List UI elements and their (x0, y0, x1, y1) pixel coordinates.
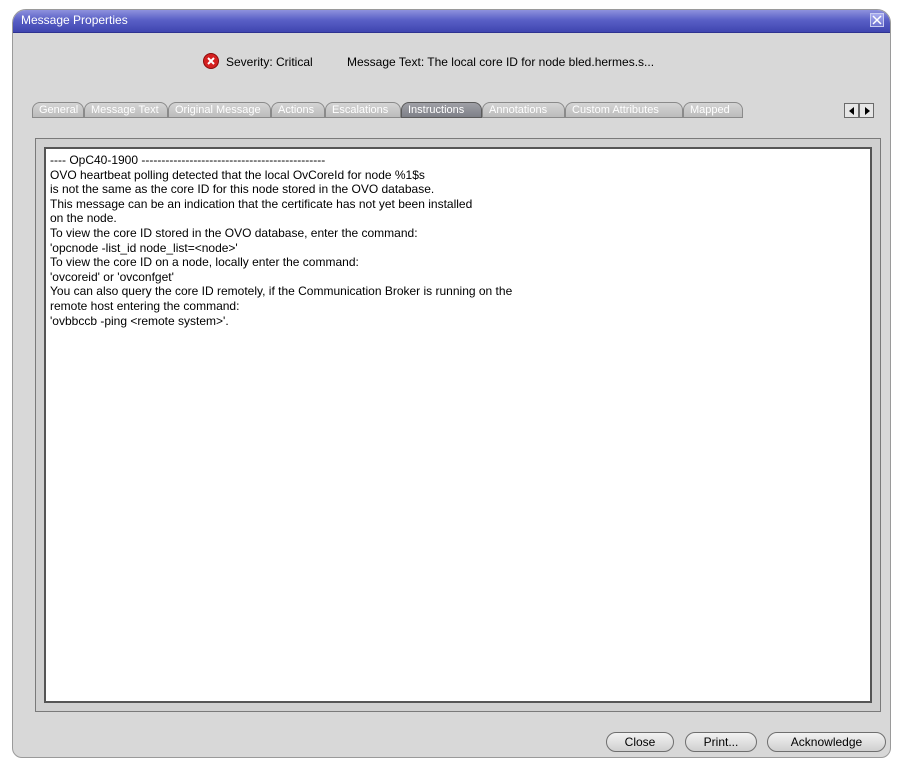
window-title: Message Properties (21, 13, 128, 27)
title-bar[interactable]: Message Properties (13, 10, 890, 33)
tab-message-text[interactable]: Message Text (84, 102, 168, 118)
message-properties-window: Message Properties Severity: Critical Me… (12, 9, 891, 758)
button-bar: Close Print... Acknowledge (13, 732, 890, 754)
instruction-line: You can also query the core ID remotely,… (50, 284, 513, 299)
tab-escalations[interactable]: Escalations (325, 102, 401, 118)
tab-scroll-left-icon[interactable] (844, 103, 859, 118)
instruction-line: ---- OpC40-1900 ------------------------… (50, 153, 326, 167)
tab-annotations[interactable]: Annotations (482, 102, 565, 118)
instruction-line: 'opcnode -list_id node_list=<node>' (50, 240, 238, 255)
tab-original-message[interactable]: Original Message (168, 102, 271, 118)
close-window-icon[interactable] (870, 13, 884, 27)
close-button[interactable]: Close (606, 732, 674, 752)
tab-bar: General Message Text Original Message Ac… (32, 102, 874, 120)
tab-scroll-right-icon[interactable] (859, 103, 874, 118)
instruction-line: on the node. (50, 211, 117, 226)
instruction-line: 'ovbbccb -ping <remote system>'. (50, 313, 229, 328)
critical-severity-icon (203, 53, 219, 69)
tab-actions[interactable]: Actions (271, 102, 325, 118)
tab-instructions[interactable]: Instructions (401, 102, 482, 118)
tab-custom-attributes[interactable]: Custom Attributes (565, 102, 683, 118)
acknowledge-button[interactable]: Acknowledge (767, 732, 886, 752)
instruction-line: 'ovcoreid' or 'ovconfget' (50, 269, 174, 284)
tab-general[interactable]: General (32, 102, 84, 118)
print-button[interactable]: Print... (685, 732, 757, 752)
instruction-line: To view the core ID on a node, locally e… (50, 255, 359, 270)
tab-mapped[interactable]: Mapped (683, 102, 743, 118)
instructions-text-area[interactable]: ---- OpC40-1900 ------------------------… (44, 147, 872, 703)
instruction-line: OVO heartbeat polling detected that the … (50, 167, 425, 182)
severity-label: Severity: Critical (226, 55, 313, 69)
message-summary: Severity: Critical Message Text: The loc… (13, 53, 890, 73)
instructions-panel: ---- OpC40-1900 ------------------------… (35, 138, 881, 712)
instruction-line: This message can be an indication that t… (50, 196, 473, 211)
message-text-label: Message Text: The local core ID for node… (347, 55, 655, 69)
instruction-line: is not the same as the core ID for this … (50, 182, 435, 197)
instruction-line: To view the core ID stored in the OVO da… (50, 225, 418, 240)
instruction-line: remote host entering the command: (50, 298, 240, 313)
